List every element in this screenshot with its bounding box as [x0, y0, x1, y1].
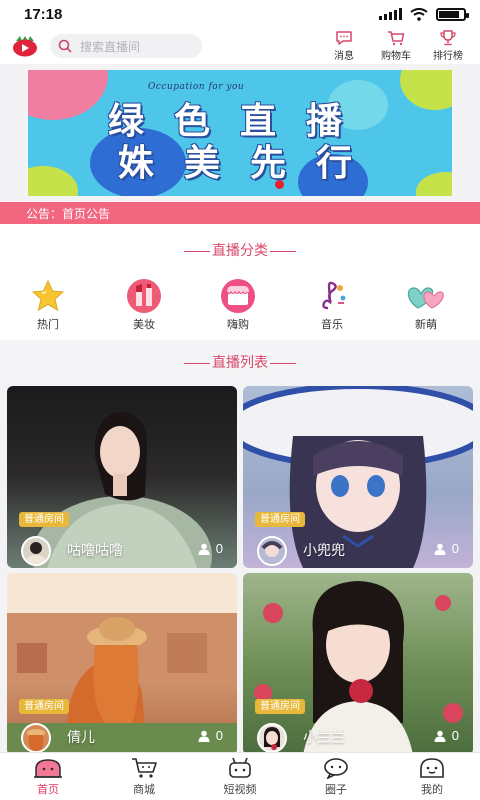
banner-decoration: [416, 172, 452, 196]
avatar[interactable]: [257, 536, 287, 566]
room-type-badge: 普通房间: [19, 699, 69, 714]
header-actions: 消息 购物车 排行榜: [324, 30, 468, 62]
hearts-icon: [404, 278, 448, 314]
bottom-nav: 首页 商城 短视频 圈子 我的: [0, 752, 480, 800]
trophy-icon: [440, 30, 456, 46]
nav-label: 首页: [37, 784, 59, 796]
circle-icon: [324, 758, 348, 779]
cart-label: 购物车: [381, 51, 411, 62]
promo-banner[interactable]: Occupation for you 绿色直播 姝美先行: [28, 70, 452, 196]
messages-button[interactable]: 消息: [324, 30, 364, 62]
category-label: 音乐: [321, 319, 343, 331]
banner-subtitle: Occupation for you: [148, 82, 245, 92]
status-bar: 17:18: [0, 0, 480, 28]
live-list-header: 直播列表: [0, 340, 480, 384]
category-label: 嗨购: [227, 319, 249, 331]
live-room-card[interactable]: 普通房间 咕噜咕噜 0: [7, 386, 237, 568]
live-list-title: 直播列表: [0, 352, 480, 372]
room-type-badge: 普通房间: [255, 512, 305, 527]
carousel-indicator[interactable]: [275, 180, 284, 189]
viewers-icon: [198, 543, 210, 555]
avatar[interactable]: [21, 723, 51, 753]
viewers-icon: [434, 730, 446, 742]
viewer-count: 0: [198, 728, 223, 743]
nav-item-profile[interactable]: 我的: [384, 753, 480, 800]
live-room-card[interactable]: 普通房间 小兰兰 0: [243, 573, 473, 755]
category-item-newbie[interactable]: 新萌: [396, 278, 456, 332]
notice-bar[interactable]: 公告：首页公告: [0, 202, 480, 224]
nav-item-short-video[interactable]: 短视频: [192, 753, 288, 800]
room-host-name: 倩儿: [67, 729, 95, 745]
category-section: 直播分类 热门 美妆 嗨购 音乐 新萌: [0, 224, 480, 340]
banner-headline-2: 姝美先行: [118, 142, 383, 184]
live-room-card[interactable]: 普通房间 小兜兜 0: [243, 386, 473, 568]
category-label: 新萌: [415, 319, 437, 331]
live-list-title-text: 直播列表: [212, 354, 268, 370]
category-title-text: 直播分类: [212, 242, 268, 258]
viewer-count: 0: [198, 541, 223, 556]
lipstick-icon: [122, 278, 166, 314]
viewer-count-value: 0: [215, 728, 223, 743]
category-label: 美妆: [133, 319, 155, 331]
notice-text: 公告：首页公告: [26, 206, 111, 221]
banner-decoration: [400, 70, 452, 110]
ranking-label: 排行榜: [433, 51, 463, 62]
avatar[interactable]: [257, 723, 287, 753]
room-type-badge: 普通房间: [255, 699, 305, 714]
app-logo[interactable]: [12, 35, 38, 57]
viewers-icon: [198, 730, 210, 742]
viewer-count-value: 0: [215, 541, 223, 556]
status-time: 17:18: [24, 5, 63, 23]
banner-decoration: [28, 70, 108, 120]
search-placeholder: 搜索直播间: [80, 39, 141, 54]
category-item-makeup[interactable]: 美妆: [114, 278, 174, 332]
room-host-name: 小兰兰: [303, 729, 345, 745]
home-icon: [34, 759, 62, 778]
nav-item-mall[interactable]: 商城: [96, 753, 192, 800]
nav-item-home[interactable]: 首页: [0, 753, 96, 800]
message-icon: [336, 31, 352, 45]
avatar[interactable]: [21, 536, 51, 566]
music-icon: [310, 278, 354, 314]
signal-icon: [379, 8, 402, 20]
category-item-shopping[interactable]: 嗨购: [208, 278, 268, 332]
room-host-name: 咕噜咕噜: [67, 542, 123, 558]
cart-icon: [388, 31, 405, 46]
category-item-music[interactable]: 音乐: [302, 278, 362, 332]
room-type-badge: 普通房间: [19, 512, 69, 527]
nav-label: 商城: [133, 784, 155, 796]
viewer-count: 0: [434, 728, 459, 743]
live-room-card[interactable]: 普通房间 倩儿 0: [7, 573, 237, 755]
room-host-name: 小兜兜: [303, 542, 345, 558]
shop-icon: [216, 278, 260, 314]
wifi-icon: [410, 7, 428, 21]
category-label: 热门: [37, 319, 59, 331]
mall-icon: [132, 758, 157, 778]
nav-label: 圈子: [325, 784, 347, 796]
profile-icon: [420, 758, 444, 778]
star-icon: [26, 278, 70, 314]
viewer-count-value: 0: [451, 728, 459, 743]
search-bar[interactable]: 搜索直播间: [50, 34, 202, 58]
viewer-count: 0: [434, 541, 459, 556]
video-icon: [229, 757, 251, 778]
viewer-count-value: 0: [451, 541, 459, 556]
cart-button[interactable]: 购物车: [376, 30, 416, 62]
nav-label: 我的: [421, 784, 443, 796]
viewers-icon: [434, 543, 446, 555]
category-item-hot[interactable]: 热门: [18, 278, 78, 332]
banner-decoration: [28, 166, 78, 196]
category-section-title: 直播分类: [0, 240, 480, 260]
app-header: 搜索直播间 消息 购物车 排行榜: [0, 28, 480, 64]
status-icons: [379, 7, 469, 21]
battery-icon: [436, 7, 469, 21]
ranking-button[interactable]: 排行榜: [428, 30, 468, 62]
nav-label: 短视频: [223, 784, 257, 796]
messages-label: 消息: [334, 51, 354, 62]
search-icon: [58, 39, 72, 53]
nav-item-circle[interactable]: 圈子: [288, 753, 384, 800]
